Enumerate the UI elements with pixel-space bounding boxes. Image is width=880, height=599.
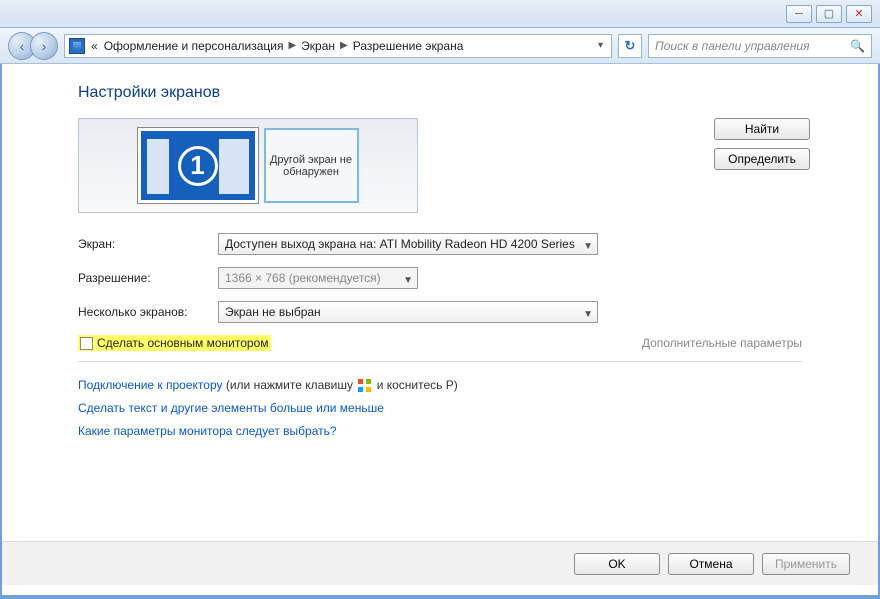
chevron-down-icon: ▼ [403,271,413,291]
projector-hint-a: (или нажмите клавишу [226,378,357,392]
monitor-1[interactable]: 1 [138,128,258,203]
window-titlebar: ─ ▢ ✕ [0,0,880,28]
text-size-link[interactable]: Сделать текст и другие элементы больше и… [78,401,384,415]
screen-label: Экран: [78,237,218,251]
advanced-settings-link[interactable]: Дополнительные параметры [642,336,810,350]
search-input[interactable]: Поиск в панели управления 🔍 [648,34,872,58]
chevron-right-icon: ▶ [340,40,348,51]
maximize-button[interactable]: ▢ [816,5,842,23]
content-area: Настройки экранов 1 Другой экран не обна… [0,64,880,599]
nav-buttons: ‹ › [8,32,58,60]
primary-monitor-checkbox[interactable] [80,337,93,350]
page-title: Настройки экранов [70,84,810,102]
breadcrumb-item-1[interactable]: Оформление и персонализация [104,39,284,53]
refresh-button[interactable]: ↻ [618,34,642,58]
windows-key-icon [358,379,371,392]
multi-screen-select-value: Экран не выбран [225,305,321,319]
detect-button[interactable]: Определить [714,148,810,170]
breadcrumb-item-3[interactable]: Разрешение экрана [353,39,464,53]
projector-link[interactable]: Подключение к проектору [78,378,223,392]
minimize-button[interactable]: ─ [786,5,812,23]
multi-screen-label: Несколько экранов: [78,305,218,319]
find-button[interactable]: Найти [714,118,810,140]
screen-select[interactable]: Доступен выход экрана на: ATI Mobility R… [218,233,598,255]
breadcrumb-dropdown-icon[interactable]: ▾ [594,40,607,51]
apply-button[interactable]: Применить [762,553,850,575]
projector-hint-b: и коснитесь P) [377,378,458,392]
display-preview-row: 1 Другой экран не обнаружен Найти Опреде… [70,118,810,213]
cancel-button[interactable]: Отмена [668,553,754,575]
display-preview[interactable]: 1 Другой экран не обнаружен [78,118,418,213]
multi-screen-select[interactable]: Экран не выбран ▼ [218,301,598,323]
primary-monitor-highlight: Сделать основным монитором [78,335,271,351]
ok-button[interactable]: OK [574,553,660,575]
dialog-button-bar: OK Отмена Применить [0,541,880,585]
resolution-select-value: 1366 × 768 (рекомендуется) [225,271,381,285]
monitor-placeholder[interactable]: Другой экран не обнаружен [264,128,359,203]
resolution-label: Разрешение: [78,271,218,285]
screen-select-value: Доступен выход экрана на: ATI Mobility R… [225,237,575,251]
chevron-right-icon: ▶ [288,40,296,51]
which-settings-link[interactable]: Какие параметры монитора следует выбрать… [78,424,337,438]
breadcrumb-laquo: « [91,39,98,53]
resolution-select[interactable]: 1366 × 768 (рекомендуется) ▼ [218,267,418,289]
breadcrumb[interactable]: « Оформление и персонализация ▶ Экран ▶ … [64,34,612,58]
help-links: Подключение к проектору (или нажмите кла… [70,374,810,442]
search-icon: 🔍 [850,39,865,53]
primary-monitor-label: Сделать основным монитором [97,336,269,350]
forward-button[interactable]: › [30,32,58,60]
close-button[interactable]: ✕ [846,5,872,23]
search-placeholder: Поиск в панели управления [655,39,810,53]
divider [78,361,802,362]
breadcrumb-item-2[interactable]: Экран [301,39,335,53]
monitor-number: 1 [178,146,218,186]
chevron-down-icon: ▼ [583,305,593,325]
chevron-down-icon: ▼ [583,237,593,257]
address-bar: ‹ › « Оформление и персонализация ▶ Экра… [0,28,880,64]
control-panel-icon [69,38,85,54]
